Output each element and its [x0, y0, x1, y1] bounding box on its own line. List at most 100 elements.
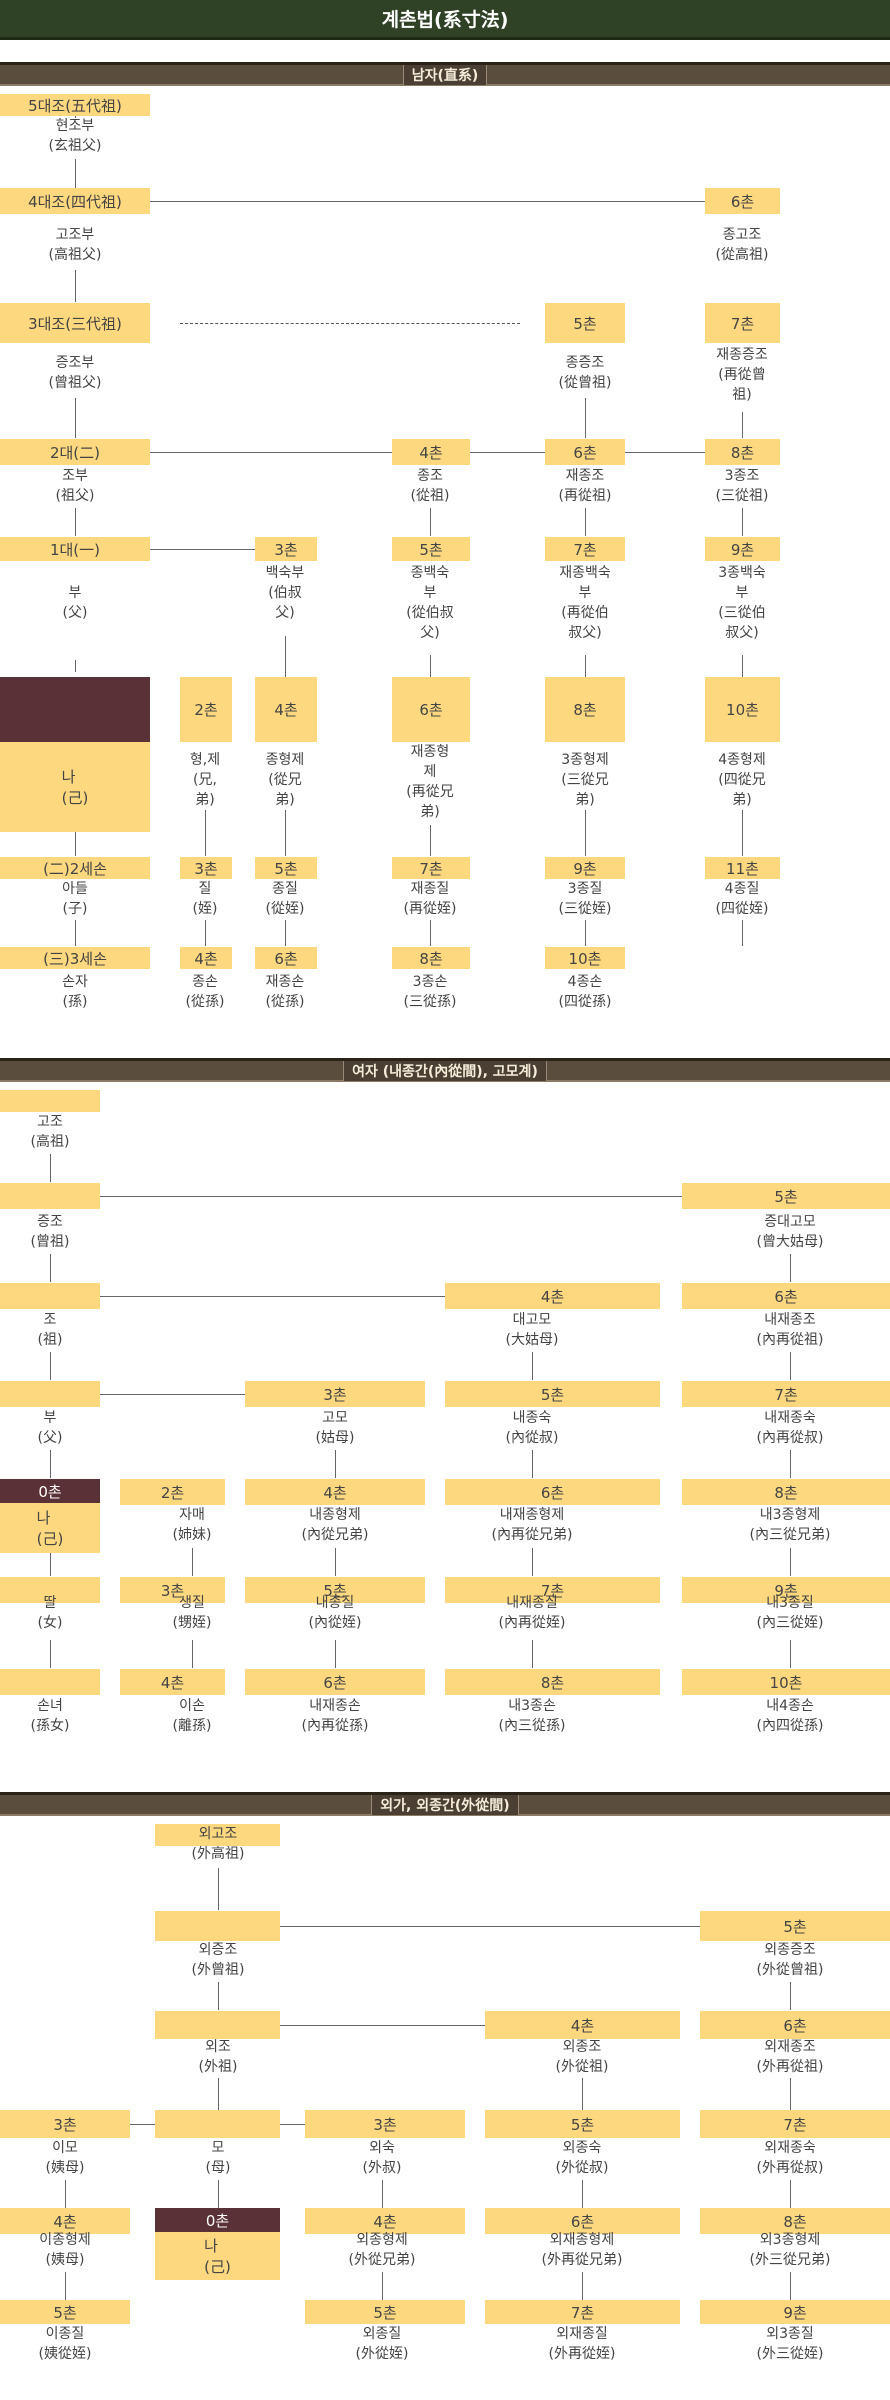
degree-box: 7촌 — [700, 2110, 890, 2138]
degree-box: 6촌 — [255, 947, 317, 969]
connector-line — [285, 920, 286, 946]
connector-line — [75, 159, 76, 188]
kin-label: 이종질 (姨從姪) — [38, 2326, 92, 2362]
connector-line — [742, 655, 743, 677]
connector-line — [430, 825, 431, 856]
kin-label: 외고조 (外高祖) — [191, 1826, 245, 1862]
kin-label: 형,제 (兄, 弟) — [189, 752, 221, 808]
connector-line — [532, 1450, 533, 1478]
degree-box: 5대조(五代祖) — [0, 94, 150, 116]
degree-box: 5촌 — [0, 2300, 130, 2324]
connector-line — [50, 1254, 51, 1282]
kin-label: 외종증조 (外從曾祖) — [756, 1942, 824, 1978]
kin-label: 외종형제 (外從兄弟) — [348, 2232, 416, 2268]
connector-line — [335, 1548, 336, 1576]
degree-box: (二)2세손 — [0, 857, 150, 879]
degree-box: 9촌 — [545, 857, 625, 879]
kin-label: 조 (祖) — [37, 1312, 63, 1348]
kin-label: 종형제 (從兄 弟) — [265, 752, 305, 808]
kin-label: 3종형제 (三從兄 弟) — [561, 752, 609, 808]
degree-box: 10촌 — [682, 1669, 890, 1695]
connector-line — [335, 1450, 336, 1478]
connector-line — [205, 810, 206, 856]
degree-box: 4촌 — [445, 1283, 660, 1309]
degree-box — [155, 2011, 280, 2039]
kin-label: 백숙부 (伯叔 父) — [265, 565, 305, 621]
degree-box: 10촌 — [705, 677, 780, 742]
connector-line — [335, 1640, 336, 1668]
kin-label: 증대고모 (曾大姑母) — [756, 1214, 824, 1250]
kin-label: 내재종형제 (內再從兄弟) — [491, 1507, 573, 1543]
connector-line — [285, 636, 286, 677]
connector-line — [585, 920, 586, 946]
connector-line — [100, 1296, 445, 1297]
kin-label: 내재종손 (內再從孫) — [301, 1698, 369, 1734]
page-title: 계촌법(系寸法) — [0, 0, 890, 40]
connector-line — [100, 1394, 245, 1395]
kin-label: 재종질 (再從姪) — [403, 881, 457, 917]
degree-box: 6촌 — [392, 677, 470, 742]
degree-box: 3촌 — [0, 2110, 130, 2138]
degree-box — [0, 1283, 100, 1309]
kin-label: 종백숙 부 (從伯叔 父) — [406, 565, 454, 641]
degree-box: 2대(二) — [0, 439, 150, 465]
connector-line — [50, 1640, 51, 1668]
degree-box: 5촌 — [485, 2110, 680, 2138]
kin-label: 외재종조 (外再從祖) — [756, 2039, 824, 2075]
kin-label: 부 (父) — [37, 1410, 63, 1446]
section-header-text: 여자 (내종간(內從間), 고모계) — [343, 1060, 547, 1081]
connector-line — [280, 2025, 485, 2026]
kin-label: 종고조 (從高祖) — [715, 227, 769, 263]
degree-box: 1대(一) — [0, 537, 150, 561]
connector-line — [585, 508, 586, 536]
self-box: 나 (己) — [0, 1503, 100, 1553]
connector-line — [192, 1640, 193, 1668]
kin-label: 고조부 (高祖父) — [48, 227, 102, 263]
connector-line — [130, 2124, 155, 2125]
connector-line — [430, 508, 431, 536]
connector-line — [65, 2180, 66, 2208]
connector-line — [65, 2272, 66, 2300]
self-degree-box: 0촌 — [155, 2208, 280, 2232]
kin-label: 질 (姪) — [192, 881, 218, 917]
degree-box: 6촌 — [682, 1283, 890, 1309]
kin-label: 재종백숙 부 (再從伯 叔父) — [559, 565, 611, 641]
kin-label: 외종조 (外從祖) — [555, 2039, 609, 2075]
degree-box: 10촌 — [545, 947, 625, 969]
kin-label: 외3종형제 (外三從兄弟) — [749, 2232, 831, 2268]
kin-label: 종질 (從姪) — [265, 881, 305, 917]
connector-line — [75, 660, 76, 672]
connector-line — [582, 2272, 583, 2300]
kin-label: 내3종형제 (內三從兄弟) — [749, 1507, 831, 1543]
connector-line — [790, 1450, 791, 1478]
degree-box: 3대조(三代祖) — [0, 303, 150, 343]
connector-line — [218, 1982, 219, 2010]
degree-box: 7촌 — [682, 1381, 890, 1407]
degree-box: 3촌 — [305, 2110, 465, 2138]
kin-label: 아들 (子) — [62, 881, 88, 917]
degree-box: 4촌 — [392, 439, 470, 465]
degree-box: 3촌 — [255, 537, 317, 561]
degree-box: 5촌 — [545, 303, 625, 343]
degree-box: 8촌 — [705, 439, 780, 465]
degree-box: 7촌 — [545, 537, 625, 561]
connector-line — [582, 2078, 583, 2110]
degree-box: (三)3세손 — [0, 947, 150, 969]
connector-line — [790, 1352, 791, 1380]
connector-line — [50, 1553, 51, 1576]
degree-box — [0, 1183, 100, 1209]
kin-label: 외재종질 (外再從姪) — [548, 2326, 616, 2362]
kin-label: 3종백숙 부 (三從伯 叔父) — [718, 565, 766, 641]
connector-line — [790, 1982, 791, 2010]
kin-label: 외종질 (外從姪) — [355, 2326, 409, 2362]
degree-box: 5촌 — [305, 2300, 465, 2324]
kin-label: 모 (母) — [205, 2140, 231, 2176]
self-degree-box — [0, 677, 150, 742]
connector-line — [50, 1450, 51, 1478]
degree-box: 5촌 — [682, 1183, 890, 1209]
section-header-text: 남자(直系) — [402, 64, 488, 85]
connector-line — [742, 810, 743, 856]
connector-line — [790, 2272, 791, 2300]
kin-label: 종증조 (從曾祖) — [558, 355, 612, 391]
kin-label: 내종질 (內從姪) — [308, 1595, 362, 1631]
